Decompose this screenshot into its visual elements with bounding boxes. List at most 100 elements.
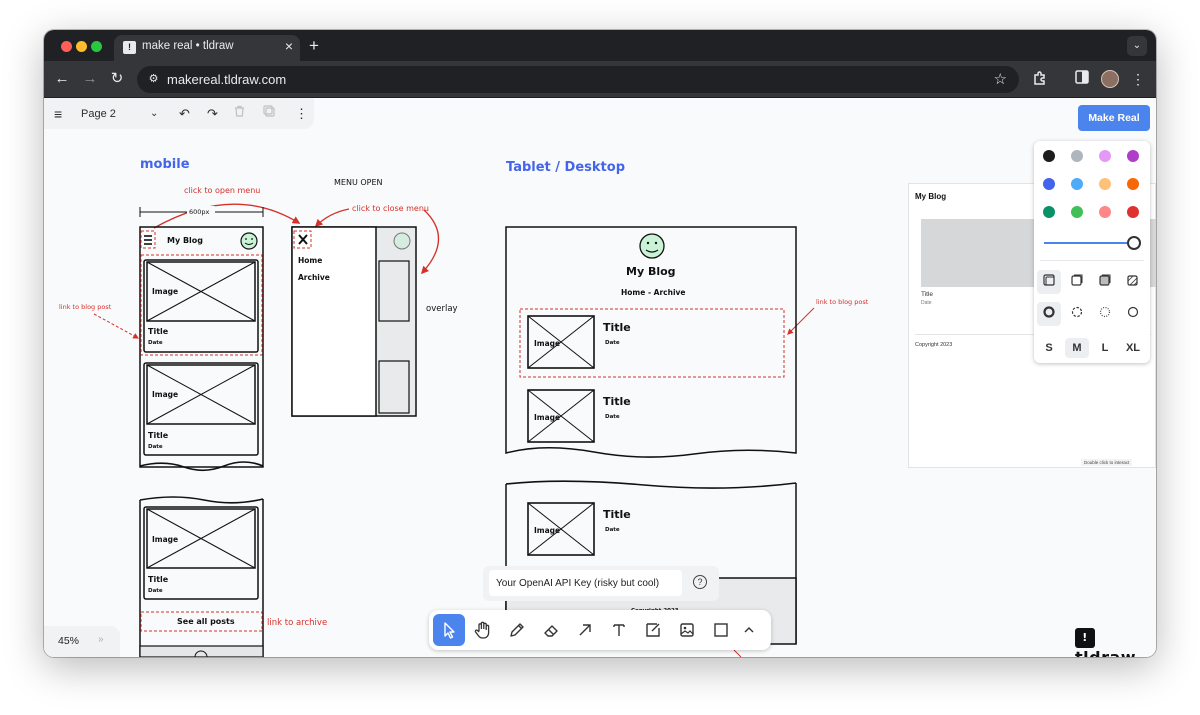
desktop-post-title-3: Title — [603, 508, 631, 521]
fill-semi-icon[interactable] — [1065, 270, 1089, 294]
hamburger-icon[interactable]: ≡ — [54, 105, 62, 123]
site-info-icon[interactable]: ⚙ — [146, 72, 161, 87]
arrow-tool-icon[interactable] — [569, 614, 601, 646]
close-tab-icon[interactable]: × — [285, 38, 293, 54]
api-key-input[interactable] — [489, 570, 682, 596]
color-blue[interactable] — [1043, 178, 1055, 190]
redo-icon[interactable]: ↷ — [207, 105, 218, 123]
size-s-button[interactable]: S — [1037, 338, 1061, 358]
panel-divider — [1040, 260, 1144, 261]
preview-copyright: Copyright 2023 — [915, 342, 953, 348]
preview-blog-title: My Blog — [915, 192, 947, 201]
link-archive-note: link to archive — [267, 618, 327, 628]
desktop-image-label-2: Image — [534, 413, 560, 422]
mobile-post-title-2: Title — [148, 431, 169, 440]
help-icon[interactable]: ? — [693, 575, 707, 589]
close-window-button[interactable] — [61, 41, 72, 52]
back-button[interactable]: ← — [52, 69, 72, 89]
mobile-blog-title: My Blog — [167, 236, 203, 245]
dash-dotted-icon[interactable] — [1093, 302, 1117, 326]
maximize-window-button[interactable] — [91, 41, 102, 52]
color-violet[interactable] — [1127, 150, 1139, 162]
fill-none-icon[interactable] — [1037, 270, 1061, 294]
tab-strip: ! make real • tldraw × + ⌄ — [44, 30, 1156, 61]
draw-tool-icon[interactable] — [501, 614, 533, 646]
undo-icon[interactable]: ↶ — [179, 105, 190, 123]
dash-dashed-icon[interactable] — [1065, 302, 1089, 326]
page-name[interactable]: Page 2 — [81, 105, 116, 123]
opacity-slider[interactable] — [1044, 242, 1132, 244]
fill-pattern-icon[interactable] — [1121, 270, 1145, 294]
fill-solid-icon[interactable] — [1093, 270, 1117, 294]
tldraw-logo[interactable]: !tldraw — [1075, 628, 1156, 657]
color-light-red[interactable] — [1099, 206, 1111, 218]
note-tool-icon[interactable] — [637, 614, 669, 646]
tldraw-logo-icon: ! — [1075, 628, 1095, 648]
color-yellow[interactable] — [1099, 178, 1111, 190]
forward-button[interactable]: → — [80, 69, 100, 89]
tldraw-canvas[interactable]: mobile Tablet / Desktop MENU OPEN click … — [44, 98, 1156, 657]
rectangle-tool-icon[interactable] — [705, 614, 737, 646]
duplicate-icon[interactable] — [263, 105, 275, 123]
color-orange[interactable] — [1127, 178, 1139, 190]
size-l-button[interactable]: L — [1093, 338, 1117, 358]
menu-home-link: Home — [298, 256, 322, 265]
profile-avatar[interactable] — [1101, 70, 1119, 88]
color-red[interactable] — [1127, 206, 1139, 218]
color-light-green[interactable] — [1071, 206, 1083, 218]
tab-search-button[interactable]: ⌄ — [1127, 36, 1147, 56]
color-green[interactable] — [1043, 206, 1055, 218]
menu-open-label: MENU OPEN — [334, 178, 383, 187]
minimize-window-button[interactable] — [76, 41, 87, 52]
new-tab-button[interactable]: + — [306, 37, 322, 54]
make-real-button[interactable]: Make Real — [1078, 105, 1150, 131]
more-tools-chevron-icon[interactable] — [735, 614, 763, 646]
chevron-down-icon[interactable]: ⌄ — [150, 105, 158, 123]
tool-bar — [429, 610, 771, 650]
media-tool-icon[interactable] — [671, 614, 703, 646]
see-all-posts-link: See all posts — [177, 617, 235, 626]
desktop-post-date-3: Date — [605, 527, 620, 533]
desktop-post-date-1: Date — [605, 340, 620, 346]
hand-tool-icon[interactable] — [467, 614, 499, 646]
desktop-blog-title: My Blog — [626, 265, 676, 278]
dash-solid-icon[interactable] — [1121, 302, 1145, 326]
extensions-icon[interactable] — [1031, 70, 1049, 88]
more-icon[interactable]: ⋮ — [295, 105, 308, 123]
eraser-tool-icon[interactable] — [535, 614, 567, 646]
color-grey[interactable] — [1071, 150, 1083, 162]
address-bar[interactable]: ⚙ makereal.tldraw.com ☆ — [137, 66, 1019, 93]
tab-title: make real • tldraw — [142, 40, 234, 52]
trash-icon[interactable] — [234, 105, 245, 123]
color-light-violet[interactable] — [1099, 150, 1111, 162]
mobile-post-date-2: Date — [148, 444, 163, 450]
desktop-post-title-2: Title — [603, 395, 631, 408]
mobile-image-label-2: Image — [152, 390, 178, 399]
select-tool-icon[interactable] — [433, 614, 465, 646]
preview-post-title: Title — [921, 291, 934, 298]
link-blog-post-note: link to blog post — [59, 303, 112, 311]
dash-draw-icon[interactable] — [1037, 302, 1061, 326]
size-m-button[interactable]: M — [1065, 338, 1089, 358]
url-text[interactable]: makereal.tldraw.com — [167, 72, 286, 87]
mobile-image-label-3: Image — [152, 535, 178, 544]
side-panel-icon[interactable] — [1073, 70, 1091, 88]
reload-button[interactable]: ↻ — [107, 69, 127, 89]
browser-tab[interactable]: ! make real • tldraw × — [114, 35, 300, 61]
text-tool-icon[interactable] — [603, 614, 635, 646]
size-xl-button[interactable]: XL — [1121, 338, 1145, 358]
expand-minimap-icon[interactable]: » — [98, 634, 104, 645]
mobile-post-date-1: Date — [148, 340, 163, 346]
desktop-post-title-1: Title — [603, 321, 631, 334]
bookmark-star-icon[interactable]: ☆ — [994, 70, 1007, 88]
chrome-menu-icon[interactable]: ⋮ — [1129, 70, 1147, 88]
color-black[interactable] — [1043, 150, 1055, 162]
opacity-slider-thumb[interactable] — [1127, 236, 1141, 250]
desktop-image-label-3: Image — [534, 526, 560, 535]
zoom-level[interactable]: 45% — [58, 635, 79, 647]
link-blog-post-note-desktop: link to blog post — [816, 298, 869, 306]
color-light-blue[interactable] — [1071, 178, 1083, 190]
click-open-menu-note: click to open menu — [184, 186, 260, 195]
tldraw-wordmark: tldraw — [1075, 648, 1136, 657]
desktop-nav: Home - Archive — [621, 288, 686, 297]
